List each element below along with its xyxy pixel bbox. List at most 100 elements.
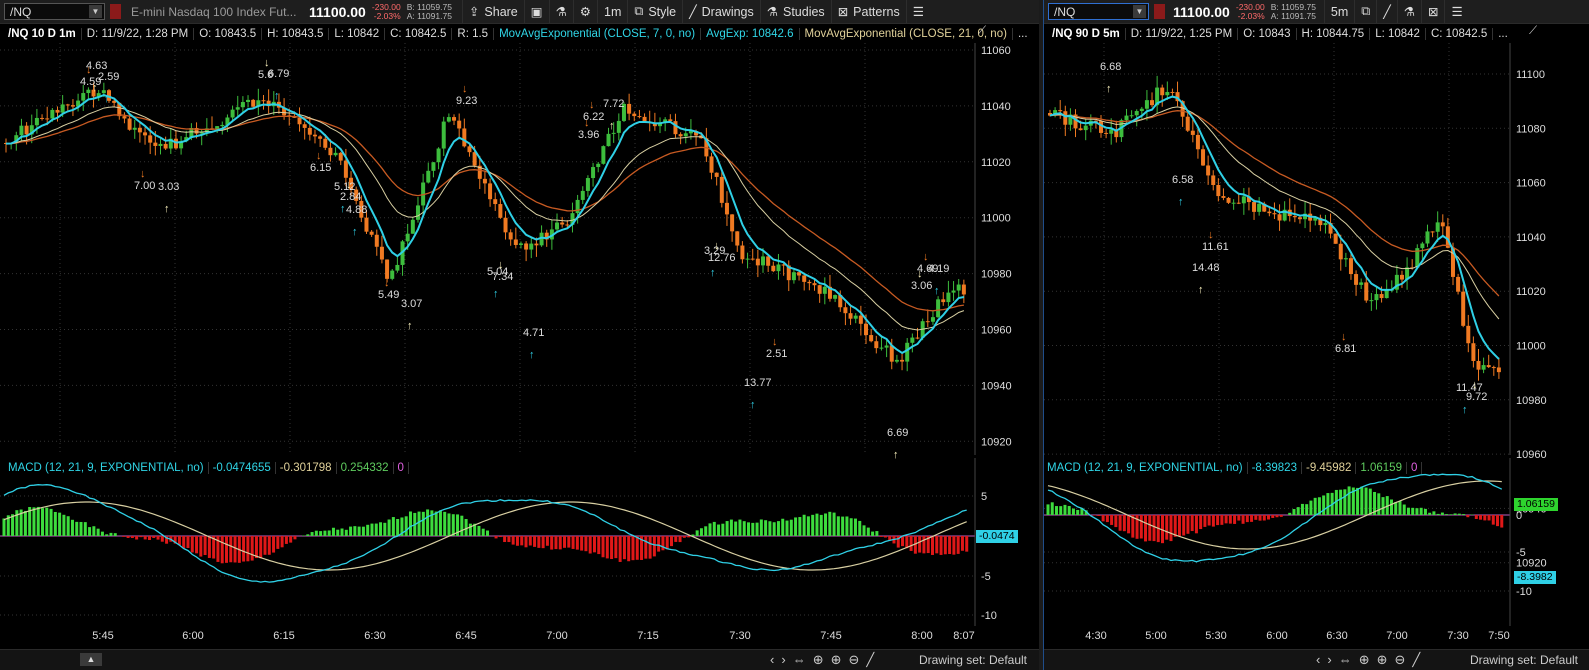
style-button[interactable]: ⧉ <box>1354 0 1376 23</box>
flask-button[interactable]: ⚗ <box>548 0 573 23</box>
right-macd-chart[interactable]: 0 -5 -10 <box>1044 458 1589 626</box>
more-studies[interactable]: ... <box>1013 28 1033 40</box>
menu-button[interactable]: ☰ <box>1444 0 1468 23</box>
scroll-right-icon[interactable]: › <box>781 652 785 668</box>
settings-button[interactable]: ⚙ <box>572 0 597 23</box>
macd-hist-bar <box>858 520 862 536</box>
candle-body <box>740 245 745 260</box>
scroll-right-icon[interactable]: › <box>1327 652 1331 668</box>
studies-button[interactable]: ⚗ Studies <box>759 0 831 23</box>
arrow-up-icon: ↑ <box>529 349 535 361</box>
signal-label: 4.88 <box>346 204 367 216</box>
scroll-left-icon[interactable]: ‹ <box>770 652 774 668</box>
collapse-arrow-icon[interactable]: ▲ <box>80 653 102 666</box>
drawing-set[interactable]: Drawing set: Default <box>1470 653 1578 667</box>
macd-hist-bar <box>1347 486 1351 515</box>
menu-button[interactable]: ☰ <box>905 0 930 23</box>
pan-icon[interactable]: ⇔ <box>1339 652 1352 668</box>
study-ema7[interactable]: MovAvgExponential (CLOSE, 7, 0, no) <box>494 27 702 40</box>
macd-hist-bar <box>648 536 652 559</box>
draw-line-icon[interactable]: ╱ <box>866 652 874 668</box>
macd-hist-bar <box>866 527 870 536</box>
symbol-selector[interactable]: /NQ ▼ <box>1048 3 1149 20</box>
left-info-bar: /NQ 10 D 1m D: 11/9/22, 1:28 PM O: 10843… <box>0 24 1039 43</box>
chevron-down-icon[interactable]: ▼ <box>89 5 102 18</box>
macd-hist-bar <box>1483 515 1487 521</box>
zoom-out-icon[interactable]: ⊖ <box>849 652 860 668</box>
high: H: 10843.5 <box>262 27 330 40</box>
link-color-icon[interactable] <box>110 4 121 19</box>
candle-body <box>936 299 941 318</box>
candle-body <box>961 284 966 295</box>
left-price-chart[interactable]: 11060 11040 11020 11000 10980 10960 10940 10920… <box>0 43 1039 461</box>
pan-icon[interactable]: ⇔ <box>793 652 806 668</box>
link-color-icon[interactable] <box>1154 4 1165 19</box>
left-bottom-bar: ▲ ‹ › ⇔ ⊕ ⊕ ⊖ ╱ Drawing set: Default <box>0 649 1039 670</box>
macd-hist-bar <box>1071 508 1075 515</box>
macd-hist-bar <box>254 536 258 559</box>
candle-body <box>153 142 158 146</box>
zoom-out-icon[interactable]: ⊖ <box>1395 652 1406 668</box>
calendar-button[interactable]: ▣ <box>523 0 549 23</box>
chevron-down-icon[interactable]: ▼ <box>1133 5 1146 18</box>
share-button[interactable]: ⇪ Share <box>461 0 524 23</box>
candle-body <box>730 214 735 232</box>
right-price-chart[interactable]: 1110011080110601104011020110001098010960… <box>1044 43 1589 570</box>
macd-hist-bar <box>289 536 293 543</box>
scroll-left-icon[interactable]: ‹ <box>1316 652 1320 668</box>
signal-label: 9.23 <box>456 95 477 107</box>
candle-body <box>230 109 235 118</box>
candle-body <box>941 299 946 303</box>
left-chart-pane[interactable]: /NQ ▼ E-mini Nasdaq 100 Index Fut... 111… <box>0 0 1039 670</box>
macd-name[interactable]: MACD (12, 21, 9, EXPONENTIAL, no) <box>1044 461 1248 474</box>
zoom-in-icon[interactable]: ⊕ <box>831 652 842 668</box>
macd-hist-bar <box>331 527 335 536</box>
macd-hist-bar <box>1288 512 1292 515</box>
macd-hist-bar <box>284 536 288 544</box>
patterns-button[interactable]: ⊠ <box>1420 0 1444 23</box>
crosshair-icon[interactable]: ⊕ <box>813 652 824 668</box>
candle-body <box>1201 149 1206 166</box>
style-button[interactable]: ⧉ Style <box>627 0 682 23</box>
macd-hist-bar <box>443 511 447 536</box>
drawings-button[interactable]: ╱ <box>1376 0 1397 23</box>
more-studies[interactable]: ... <box>1493 28 1513 40</box>
macd-hist-bar <box>259 536 263 559</box>
macd-hist-bar <box>1059 506 1063 515</box>
candle-body <box>1231 202 1236 204</box>
macd-name[interactable]: MACD (12, 21, 9, EXPONENTIAL, no) <box>0 461 209 474</box>
interval-button[interactable]: 5m <box>1323 0 1354 23</box>
arrow-down-icon: ↓ <box>384 277 390 289</box>
arrow-up-icon: ↑ <box>1198 284 1204 296</box>
candle-body <box>1420 243 1425 249</box>
chart-name[interactable]: /NQ 10 D 1m <box>0 27 82 40</box>
zoom-in-icon[interactable]: ⊕ <box>1377 652 1388 668</box>
draw-line-icon[interactable]: ╱ <box>1412 652 1420 668</box>
drawings-button[interactable]: ╱ Drawings <box>682 0 760 23</box>
drawing-set[interactable]: Drawing set: Default <box>919 653 1027 667</box>
candle-body <box>889 345 894 362</box>
price-change: -230.00 -2.03% <box>1235 1 1265 21</box>
price-axis-label: 11060 <box>1516 178 1546 190</box>
chart-name[interactable]: /NQ 90 D 5m <box>1044 27 1126 40</box>
macd-hist-bar <box>742 521 746 536</box>
time-axis-label: 6:00 <box>182 630 203 642</box>
macd-hist-bar <box>1436 513 1440 515</box>
left-macd-chart[interactable]: 5 0 -5 -10 <box>0 458 1039 626</box>
drawing-tool-icon[interactable]: ⟋ <box>973 25 991 38</box>
date: D: 11/9/22, 1:28 PM <box>82 27 195 40</box>
candle-body <box>1139 108 1144 112</box>
crosshair-icon[interactable]: ⊕ <box>1359 652 1370 668</box>
interval-button[interactable]: 1m <box>597 0 627 23</box>
patterns-button[interactable]: ⊠ Patterns <box>830 0 906 23</box>
macd-hist-bar <box>960 536 964 551</box>
right-chart-pane[interactable]: /NQ ▼ 11100.00 -230.00 -2.03% B: 11059.7… <box>1043 0 1589 670</box>
macd-hist-bar <box>233 536 237 563</box>
symbol-selector[interactable]: /NQ ▼ <box>4 3 105 20</box>
arrow-up-icon: ↑ <box>710 267 716 279</box>
studies-button[interactable]: ⚗ <box>1396 0 1421 23</box>
drawing-tool-icon[interactable]: ⟋ <box>1524 25 1542 38</box>
left-time-axis: 5:45 6:00 6:15 6:30 6:45 7:00 7:15 7:30 7:45 8:00… <box>92 630 974 642</box>
candle-body <box>1359 282 1364 285</box>
time-axis-label: 7:45 <box>820 630 841 642</box>
